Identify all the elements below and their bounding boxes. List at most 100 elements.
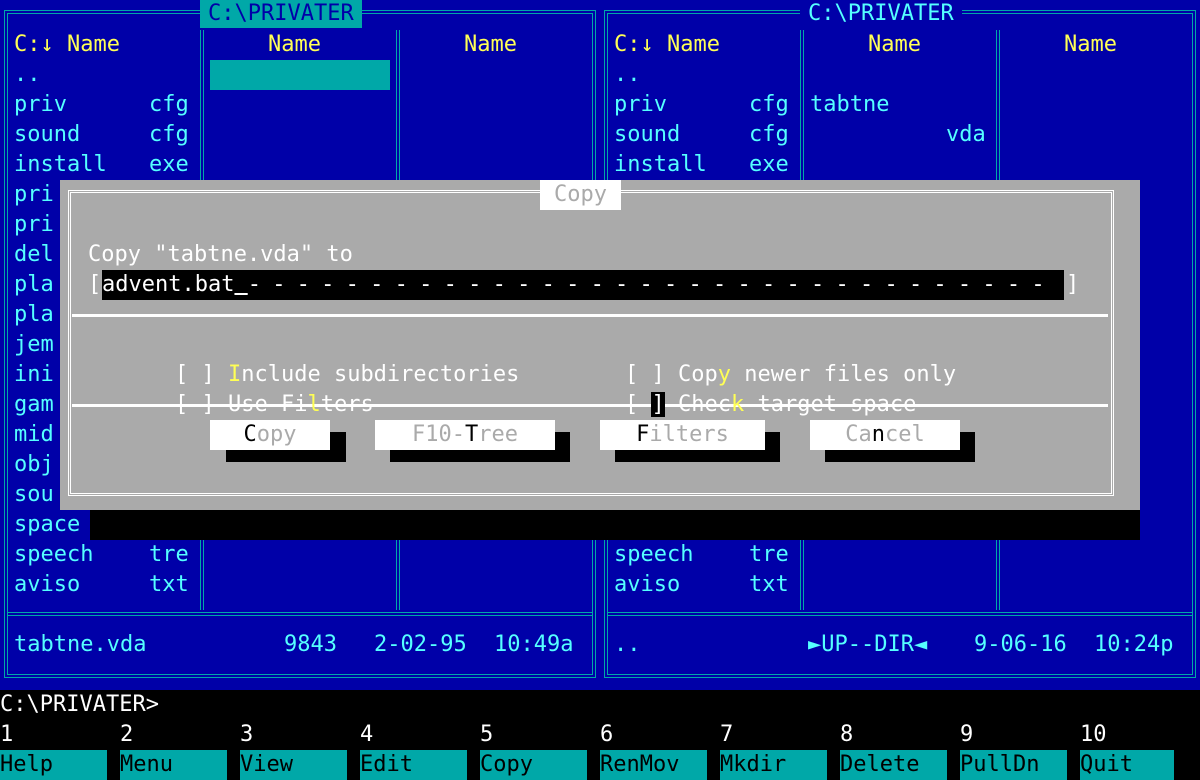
file-item[interactable]: sound cfg [14,120,194,150]
file-ext: exe [749,152,789,177]
fkey-number: 1 [0,722,14,747]
file-name: install [614,152,707,177]
file-name: space [14,512,81,537]
file-item[interactable]: speech tre [14,540,194,570]
right-status-filename: .. [614,632,641,657]
button-label: F10- [412,422,465,447]
destination-input[interactable]: advent.bat - - - - - - - - - - - - - - -… [102,270,1064,327]
left-col1-header[interactable]: C:↓ Name [14,30,120,60]
input-bracket-right: ] [1066,272,1080,297]
right-status-time: 10:24p [1094,632,1174,657]
file-name: .. [614,62,641,87]
file-name: pla [14,272,54,297]
file-name: sound [14,122,81,147]
button-label: ilters [649,422,729,447]
file-item[interactable]: install exe [614,150,794,180]
file-item[interactable]: sound cfg [614,120,794,150]
file-item-selected[interactable]: tabtne vda [210,60,390,147]
right-panel-path: C:\PRIVATER [800,0,962,28]
right-col1-header[interactable]: C:↓ Name [614,30,720,60]
fkey-number: 8 [840,722,854,747]
fkey-mkdir[interactable]: 7 Mkdir [720,720,840,780]
file-ext: vda [946,122,986,147]
file-ext: txt [749,572,789,597]
file-item[interactable]: aviso txt [14,570,194,600]
file-ext: cfg [149,122,189,147]
file-item[interactable]: priv cfg [14,90,194,120]
file-name: aviso [614,572,681,597]
file-item[interactable]: .. [14,60,194,90]
fkey-label: View [240,750,347,780]
copy-dialog: Copy Copy "tabtne.vda" to [ advent.bat -… [60,180,1140,510]
copy-button[interactable]: Copy [210,420,330,450]
left-status-date: 2-02-95 [374,632,467,657]
file-name: sound [614,122,681,147]
file-ext: cfg [149,92,189,117]
fkey-label: Mkdir [720,750,827,780]
file-ext: cfg [749,122,789,147]
right-status-separator [608,612,1192,616]
file-ext: vda [346,122,386,147]
fkey-menu[interactable]: 2 Menu [120,720,240,780]
fkey-copy[interactable]: 5 Copy [480,720,600,780]
button-label: opy [256,422,297,447]
right-status-size: ►UP--DIR◄ [808,632,928,657]
fkey-number: 4 [360,722,374,747]
fkey-edit[interactable]: 4 Edit [360,720,480,780]
left-status-filename: tabtne.vda [14,632,147,657]
dialog-prompt: Copy "tabtne.vda" to [88,242,353,267]
file-item[interactable]: .. [614,60,794,90]
option-label: Use Fi [227,392,308,417]
fkey-number: 2 [120,722,134,747]
file-name: pri [14,212,54,237]
left-col3-header[interactable]: Name [464,30,517,60]
file-item[interactable]: priv cfg [614,90,794,120]
fkey-label: Help [0,750,107,780]
fkey-view[interactable]: 3 View [240,720,360,780]
file-ext: tre [749,542,789,567]
fkey-help[interactable]: 1 Help [0,720,120,780]
f10-tree-button[interactable]: F10-Tree [375,420,555,450]
fkey-renmov[interactable]: 6 RenMov [600,720,720,780]
file-ext: exe [149,152,189,177]
right-status-date: 9-06-16 [974,632,1067,657]
command-prompt[interactable]: C:\PRIVATER> [0,690,159,720]
file-name: pri [14,182,54,207]
option-label: Chec [677,392,731,417]
option-label: ters [320,392,374,417]
option-label: target space [744,392,917,417]
file-item[interactable]: speech tre [614,540,794,570]
fkey-pulldn[interactable]: 9 PullDn [960,720,1080,780]
left-status-separator [8,612,592,616]
filters-button[interactable]: Filters [600,420,765,450]
hotkey-letter: F [636,422,650,447]
file-name: ini [14,362,54,387]
file-name: speech [14,542,94,567]
text-cursor [234,272,247,297]
fkey-delete[interactable]: 8 Delete [840,720,960,780]
cancel-button[interactable]: Cancel [810,420,960,450]
file-ext: cfg [749,92,789,117]
right-col3-header[interactable]: Name [1064,30,1117,60]
left-col2-header[interactable]: Name [268,30,321,60]
hotkey-letter: k [730,392,745,417]
file-item[interactable]: aviso txt [614,570,794,600]
button-label: cel [885,422,925,447]
file-name: pla [14,302,54,327]
left-status-time: 10:49a [494,632,574,657]
fkey-label: PullDn [960,750,1067,780]
fkey-quit[interactable]: 10 Quit [1080,720,1200,780]
fkey-label: Edit [360,750,467,780]
fkey-label: Menu [120,750,227,780]
file-name: .. [14,62,41,87]
fkey-number: 10 [1080,722,1107,747]
right-col2-header[interactable]: Name [868,30,921,60]
file-name: install [14,152,107,177]
file-item[interactable]: install exe [14,150,194,180]
file-name: gam [14,392,54,417]
fkey-number: 7 [720,722,734,747]
fkey-number: 6 [600,722,614,747]
file-item[interactable]: tabtne vda [810,60,990,147]
file-name: obj [14,452,54,477]
file-name: jem [14,332,54,357]
